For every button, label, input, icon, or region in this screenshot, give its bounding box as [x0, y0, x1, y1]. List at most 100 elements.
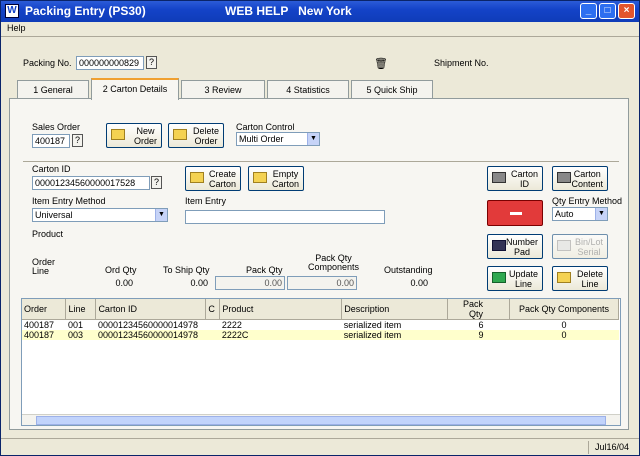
chevron-down-icon: ▼ [307, 133, 319, 145]
section-divider [23, 161, 619, 162]
create-carton-button[interactable]: Create Carton [185, 166, 241, 191]
carton-content-print-button[interactable]: Carton Content [552, 166, 608, 191]
trash-icon[interactable]: 🗑 [374, 57, 388, 70]
item-entry-method-select[interactable]: Universal ▼ [32, 208, 168, 222]
printer-icon [492, 172, 506, 183]
delete-order-button[interactable]: Delete Order [168, 123, 224, 148]
folder-icon [190, 172, 204, 183]
cell-carton-id: 00001234560000014978 [97, 320, 199, 330]
item-entry-field[interactable] [185, 210, 385, 224]
packing-no-lookup-button[interactable]: ? [146, 56, 157, 69]
serial-icon [557, 240, 571, 251]
outstanding-label: Outstanding [384, 265, 433, 275]
to-ship-qty-value: 0.00 [190, 278, 208, 288]
cell-description: serialized item [343, 320, 402, 330]
table-row[interactable]: 400187 003 00001234560000014978 2222C se… [22, 330, 619, 340]
packing-no-label: Packing No. [23, 58, 72, 68]
close-button[interactable]: × [618, 3, 635, 19]
carton-control-label: Carton Control [236, 122, 295, 132]
title-bar: W Packing Entry (PS30) WEB HELP New York… [1, 1, 639, 22]
number-pad-button[interactable]: Number Pad [487, 234, 543, 259]
packing-entry-window: W Packing Entry (PS30) WEB HELP New York… [0, 0, 640, 456]
column-header[interactable]: Carton ID [95, 299, 207, 320]
status-date: Jul16/04 [594, 442, 629, 452]
window-subtitle: WEB HELP New York [225, 4, 352, 18]
column-header[interactable]: C [205, 299, 221, 320]
cell-c [205, 330, 220, 340]
pack-qty-label: Pack Qty [246, 265, 283, 275]
maximize-button[interactable]: □ [599, 3, 616, 19]
folder-empty-icon [253, 172, 267, 183]
carton-lines-table: Order Line Carton ID C Product Descripti… [22, 299, 619, 340]
tab-quick-ship[interactable]: 5 Quick Ship [351, 80, 433, 99]
packing-no-field[interactable]: 000000000829 [76, 56, 144, 70]
minimize-button[interactable]: _ [580, 3, 597, 19]
horizontal-scrollbar[interactable] [22, 414, 620, 425]
column-header[interactable]: Pack Qty Components [509, 299, 619, 320]
chevron-down-icon: ▼ [155, 209, 167, 221]
carton-id-label: Carton ID [32, 164, 71, 174]
empty-carton-button[interactable]: Empty Carton [248, 166, 304, 191]
calculator-icon [492, 240, 506, 251]
window-title: Packing Entry (PS30) [25, 4, 146, 18]
menu-divider [1, 36, 639, 37]
cell-pack-qty: 9 [447, 330, 510, 340]
ord-qty-value: 0.00 [115, 278, 133, 288]
column-header[interactable]: Line [65, 299, 97, 320]
folder-delete-icon [173, 129, 187, 140]
chevron-down-icon: ▼ [595, 208, 607, 220]
cell-pack-qty-components: 0 [561, 320, 567, 330]
scrollbar-thumb[interactable] [36, 416, 606, 425]
pack-qty-field[interactable]: 0.00 [215, 276, 285, 290]
tab-carton-details[interactable]: 2 Carton Details [91, 78, 179, 100]
new-order-button[interactable]: New Order [106, 123, 162, 148]
cell-carton-id: 00001234560000014978 [95, 330, 206, 340]
table-header-row: Order Line Carton ID C Product Descripti… [22, 299, 619, 320]
ord-qty-label: Ord Qty [105, 265, 137, 275]
menu-help[interactable]: Help [7, 23, 26, 33]
order-line-label: Order Line [32, 257, 56, 276]
remove-button[interactable] [487, 200, 543, 226]
sales-order-field[interactable]: 400187 [32, 134, 70, 148]
carton-control-select[interactable]: Multi Order ▼ [236, 132, 320, 146]
tab-statistics[interactable]: 4 Statistics [267, 80, 349, 99]
cell-description: serialized item [341, 330, 448, 340]
carton-id-field[interactable]: 00001234560000017528 [32, 176, 150, 190]
cell-order: 400187 [24, 320, 55, 330]
minus-icon [510, 212, 522, 215]
tab-review[interactable]: 3 Review [181, 80, 265, 99]
to-ship-qty-label: To Ship Qty [163, 265, 210, 275]
item-entry-method-label: Item Entry Method [32, 196, 106, 206]
tab-general[interactable]: 1 General [17, 80, 89, 99]
cell-line: 003 [65, 330, 96, 340]
column-header[interactable]: Description [341, 299, 449, 320]
menu-bar: Help [1, 22, 639, 36]
column-header[interactable]: Pack Qty [447, 299, 511, 320]
sales-order-lookup-button[interactable]: ? [72, 134, 83, 147]
carton-id-print-button[interactable]: Carton ID [487, 166, 543, 191]
folder-delete-icon [557, 272, 571, 283]
update-line-button[interactable]: Update Line [487, 266, 543, 291]
column-header[interactable]: Product [219, 299, 343, 320]
outstanding-value: 0.00 [410, 278, 428, 288]
carton-id-lookup-button[interactable]: ? [151, 176, 162, 189]
qty-entry-method-select[interactable]: Auto ▼ [552, 207, 608, 221]
item-entry-label: Item Entry [185, 196, 227, 206]
cell-c [206, 320, 220, 331]
app-icon: W [5, 4, 19, 18]
cell-product: 2222C [219, 330, 342, 340]
pack-qty-components-field[interactable]: 0.00 [287, 276, 357, 290]
bin-lot-serial-button[interactable]: Bin/Lot Serial [552, 234, 608, 259]
cell-line: 001 [67, 320, 83, 330]
table-row[interactable]: 400187 001 00001234560000014978 2222 ser… [22, 320, 619, 331]
cell-order: 400187 [22, 330, 66, 340]
cell-product: 2222 [221, 320, 242, 330]
status-divider [588, 441, 589, 454]
column-header[interactable]: Order [22, 299, 67, 320]
printer-icon [557, 172, 571, 183]
delete-line-button[interactable]: Delete Line [552, 266, 608, 291]
qty-entry-method-label: Qty Entry Method [552, 196, 623, 206]
folder-icon [111, 129, 125, 140]
add-icon [492, 272, 506, 283]
shipment-no-label: Shipment No. [434, 58, 489, 68]
